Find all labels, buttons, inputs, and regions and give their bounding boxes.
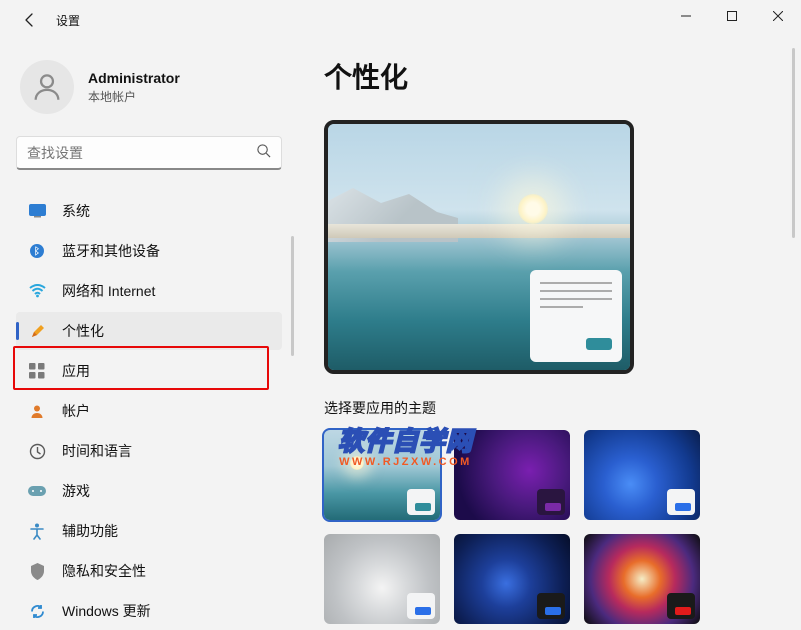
- clock-globe-icon: [28, 442, 46, 460]
- avatar: [20, 60, 74, 114]
- arrow-left-icon: [22, 12, 38, 28]
- theme-accent-chip: [667, 593, 695, 619]
- nav-label: 应用: [62, 361, 90, 381]
- maximize-icon: [727, 11, 737, 21]
- themes-grid: [324, 430, 775, 624]
- nav-item-system[interactable]: 系统: [16, 192, 282, 230]
- theme-option-5[interactable]: [454, 534, 570, 624]
- theme-accent-chip: [667, 489, 695, 515]
- nav-label: 隐私和安全性: [62, 561, 146, 581]
- preview-accent-color: [586, 338, 612, 350]
- theme-accent-chip: [407, 593, 435, 619]
- nav-item-gaming[interactable]: 游戏: [16, 472, 282, 510]
- theme-option-1[interactable]: [324, 430, 440, 520]
- sidebar-scrollbar[interactable]: [291, 236, 294, 356]
- wifi-icon: [28, 282, 46, 300]
- page-title: 个性化: [324, 56, 775, 96]
- desktop-preview: [324, 120, 634, 374]
- maximize-button[interactable]: [709, 0, 755, 32]
- search-icon: [256, 143, 271, 163]
- nav-item-time-language[interactable]: 时间和语言: [16, 432, 282, 470]
- preview-shore: [328, 224, 630, 238]
- theme-option-3[interactable]: [584, 430, 700, 520]
- theme-option-4[interactable]: [324, 534, 440, 624]
- theme-option-2[interactable]: [454, 430, 570, 520]
- accent-bar: [415, 607, 431, 615]
- search-box[interactable]: [16, 136, 282, 170]
- accent-bar: [415, 503, 431, 511]
- titlebar: 设置: [0, 0, 801, 40]
- nav-label: 时间和语言: [62, 441, 132, 461]
- update-icon: [28, 602, 46, 620]
- user-subtitle: 本地帐户: [88, 88, 180, 105]
- window-controls: [663, 0, 801, 32]
- apps-icon: [28, 362, 46, 380]
- nav-label: 辅助功能: [62, 521, 118, 541]
- user-name: Administrator: [88, 70, 180, 86]
- sidebar: Administrator 本地帐户 系统 蓝牙和其他设备 网络和 Intern…: [0, 40, 300, 629]
- close-icon: [773, 11, 783, 21]
- nav: 系统 蓝牙和其他设备 网络和 Internet 个性化 应用 帐户: [16, 192, 300, 630]
- window-title: 设置: [56, 12, 80, 29]
- nav-label: 帐户: [62, 401, 90, 421]
- accent-bar: [675, 607, 691, 615]
- nav-label: Windows 更新: [62, 601, 151, 621]
- nav-label: 个性化: [62, 321, 104, 341]
- user-block[interactable]: Administrator 本地帐户: [16, 60, 300, 114]
- main-content: 个性化 选择要应用的主题: [300, 40, 801, 629]
- nav-label: 蓝牙和其他设备: [62, 241, 160, 261]
- nav-label: 游戏: [62, 481, 90, 501]
- accessibility-icon: [28, 522, 46, 540]
- nav-label: 系统: [62, 201, 90, 221]
- nav-item-personalization[interactable]: 个性化: [16, 312, 282, 350]
- themes-section-label: 选择要应用的主题: [324, 398, 775, 418]
- minimize-button[interactable]: [663, 0, 709, 32]
- account-icon: [28, 402, 46, 420]
- theme-accent-chip: [407, 489, 435, 515]
- nav-item-apps[interactable]: 应用: [16, 352, 282, 390]
- monitor-icon: [28, 202, 46, 220]
- preview-window-card: [530, 270, 622, 362]
- nav-item-accounts[interactable]: 帐户: [16, 392, 282, 430]
- nav-label: 网络和 Internet: [62, 281, 155, 301]
- theme-option-6[interactable]: [584, 534, 700, 624]
- search-input[interactable]: [27, 145, 256, 161]
- preview-sun: [518, 194, 548, 224]
- theme-accent-chip: [537, 489, 565, 515]
- gamepad-icon: [28, 482, 46, 500]
- nav-item-bluetooth[interactable]: 蓝牙和其他设备: [16, 232, 282, 270]
- nav-item-accessibility[interactable]: 辅助功能: [16, 512, 282, 550]
- close-button[interactable]: [755, 0, 801, 32]
- accent-bar: [675, 503, 691, 511]
- minimize-icon: [681, 11, 691, 21]
- shield-icon: [28, 562, 46, 580]
- accent-bar: [545, 607, 561, 615]
- bluetooth-icon: [28, 242, 46, 260]
- main-scrollbar[interactable]: [792, 48, 795, 238]
- nav-item-network[interactable]: 网络和 Internet: [16, 272, 282, 310]
- back-button[interactable]: [18, 8, 42, 32]
- nav-item-privacy[interactable]: 隐私和安全性: [16, 552, 282, 590]
- person-icon: [30, 70, 64, 104]
- theme-accent-chip: [537, 593, 565, 619]
- paintbrush-icon: [28, 322, 46, 340]
- nav-item-windows-update[interactable]: Windows 更新: [16, 592, 282, 630]
- accent-bar: [545, 503, 561, 511]
